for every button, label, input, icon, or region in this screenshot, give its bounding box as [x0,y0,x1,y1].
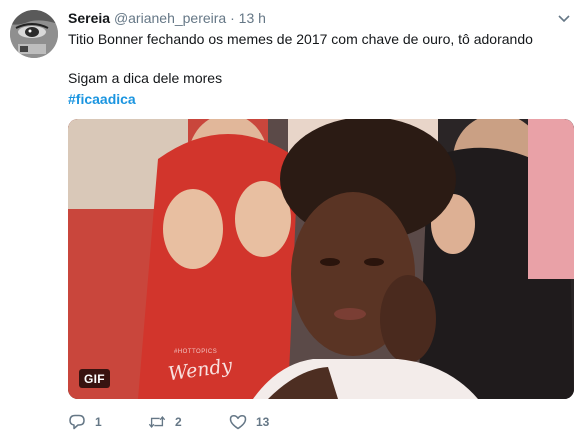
tweet-header: Sereia @arianeh_pereira · 13 h [68,9,266,27]
tweet-text-line-2: Sigam a dica dele mores [68,70,223,86]
heart-icon [229,413,247,431]
reply-count: 1 [95,415,102,429]
tweet-text-line-1: Titio Bonner fechando os memes de 2017 c… [68,31,533,47]
gif-frame [68,119,574,399]
chevron-down-icon [558,15,570,23]
avatar[interactable] [10,10,58,58]
tweet-timestamp[interactable]: 13 h [239,10,266,26]
reply-icon [68,413,86,431]
retweet-icon [148,413,166,431]
hashtag-link[interactable]: #ficaadica [68,90,136,108]
user-handle[interactable]: @arianeh_pereira [114,10,226,26]
like-count: 13 [256,415,270,429]
retweet-count: 2 [175,415,182,429]
watermark-hashtag: #HOTTOPICS [174,349,218,355]
gif-badge: GIF [79,369,110,388]
like-button[interactable]: 13 [229,412,269,432]
reply-button[interactable]: 1 [68,412,102,432]
more-options-button[interactable] [555,12,573,26]
display-name[interactable]: Sereia [68,10,110,26]
avatar-image [10,10,58,58]
tweet-actions: 1 2 13 [68,412,368,432]
separator-dot: · [230,10,235,26]
tweet-card[interactable]: Sereia @arianeh_pereira · 13 h Titio Bon… [0,0,583,431]
retweet-button[interactable]: 2 [148,412,182,432]
gif-media[interactable]: #HOTTOPICS Wendy GIF [68,119,574,399]
